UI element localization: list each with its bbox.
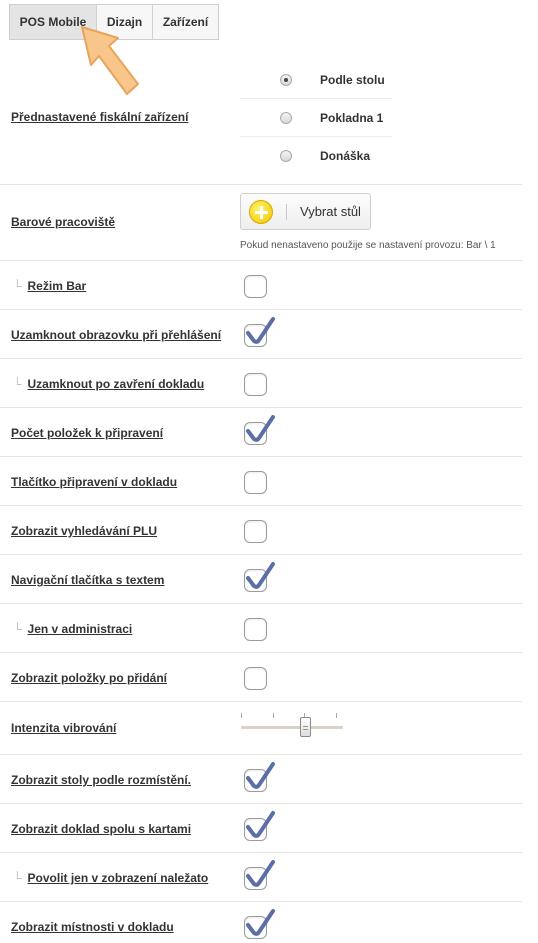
checkbox-pocet-polozek-k-pripraveni[interactable] xyxy=(244,415,275,445)
setting-label-text: Jen v administraci xyxy=(27,622,133,636)
row-zobrazit-doklad-spolu-s-kartami: Zobrazit doklad spolu s kartami xyxy=(0,804,522,853)
slider-tick xyxy=(336,713,337,718)
slider-track xyxy=(241,726,343,729)
setting-label: Zobrazit položky po přidání xyxy=(11,671,167,685)
select-table-button[interactable]: Vybrat stůl xyxy=(240,193,371,230)
checkmark-icon xyxy=(246,562,275,589)
slider-thumb[interactable] xyxy=(300,717,311,737)
slider-tick xyxy=(273,713,274,718)
setting-label: Počet položek k připravení xyxy=(11,426,164,440)
setting-label-text: Povolit jen v zobrazení naležato xyxy=(27,871,209,885)
checkbox-zobrazit-doklad-spolu-s-kartami[interactable] xyxy=(244,811,275,841)
setting-label-text: Režim Bar xyxy=(27,279,87,293)
checkbox-navigacni-tlacitka-s-textem[interactable] xyxy=(244,562,275,592)
checkbox-uzamknout-obrazovku-pri-prehlaseni[interactable] xyxy=(244,317,275,347)
checkmark-icon xyxy=(246,415,275,442)
row-zobrazit-polozky-po-pridani: Zobrazit položky po přidání xyxy=(0,653,522,702)
row-tlacitko-pripraveni-v-dokladu: Tlačítko připravení v dokladu xyxy=(0,457,522,506)
checkmark-icon xyxy=(246,909,275,936)
checkbox-povolit-jen-v-zobrazeni-nalezato[interactable] xyxy=(244,860,275,890)
setting-label: Navigační tlačítka s textem xyxy=(11,573,165,587)
checkbox-zobrazit-vyhledavani-plu[interactable] xyxy=(244,520,267,543)
bar-workstation-label: Barové pracoviště xyxy=(11,215,116,229)
radio-label: Podle stolu xyxy=(320,72,385,87)
select-table-label: Vybrat stůl xyxy=(300,204,361,219)
checkbox-zobrazit-mistnosti-v-dokladu[interactable] xyxy=(244,909,275,939)
row-uzamknout-obrazovku-pri-prehlaseni: Uzamknout obrazovku při přehlášení xyxy=(0,310,522,359)
vibration-label: Intenzita vibrování xyxy=(11,721,117,735)
checkbox-uzamknout-po-zavreni-dokladu[interactable] xyxy=(244,373,267,396)
radio-button[interactable] xyxy=(280,73,292,86)
radio-button[interactable] xyxy=(280,111,292,124)
bar-hint-text: Pokud nenastaveno použije se nastavení p… xyxy=(240,240,496,251)
fiscal-device-label: Přednastavené fiskální zařízení xyxy=(11,110,189,124)
setting-label: └ Režim Bar xyxy=(13,279,86,293)
row-povolit-jen-v-zobrazeni-nalezato: └ Povolit jen v zobrazení naležato xyxy=(0,853,522,902)
setting-label: Zobrazit doklad spolu s kartami xyxy=(11,822,192,836)
setting-label: Zobrazit místnosti v dokladu xyxy=(11,920,174,934)
checkbox-zobrazit-polozky-po-pridani[interactable] xyxy=(244,667,267,690)
checkmark-icon xyxy=(246,762,275,789)
sub-item-marker: └ xyxy=(13,279,22,293)
sub-item-marker: └ xyxy=(13,622,22,636)
radio-option-donaska[interactable]: Donáška xyxy=(240,137,392,175)
row-uzamknout-po-zavreni-dokladu: └ Uzamknout po zavření dokladu xyxy=(0,359,522,408)
vibration-slider[interactable] xyxy=(241,711,343,741)
setting-label-text: Uzamknout po zavření dokladu xyxy=(27,377,205,391)
setting-label: └ Jen v administraci xyxy=(13,622,132,636)
checkbox-rezim-bar[interactable] xyxy=(244,275,267,298)
checkbox-zobrazit-stoly-podle-rozmisteni[interactable] xyxy=(244,762,275,792)
checkmark-icon xyxy=(246,317,275,344)
radio-option-podle-stolu[interactable]: Podle stolu xyxy=(240,61,392,99)
checkmark-icon xyxy=(246,860,275,887)
row-rezim-bar: └ Režim Bar xyxy=(0,261,522,310)
slider-tick xyxy=(241,713,242,718)
sub-item-marker: └ xyxy=(13,871,22,885)
row-navigacni-tlacitka-s-textem: Navigační tlačítka s textem xyxy=(0,555,522,604)
button-divider xyxy=(286,203,287,220)
checkbox-tlacitko-pripraveni-v-dokladu[interactable] xyxy=(244,471,267,494)
row-zobrazit-vyhledavani-plu: Zobrazit vyhledávání PLU xyxy=(0,506,522,555)
row-pocet-polozek-k-pripraveni: Počet položek k připravení xyxy=(0,408,522,457)
row-zobrazit-stoly-podle-rozmisteni: Zobrazit stoly podle rozmístění. xyxy=(0,755,522,804)
row-jen-v-administraci: └ Jen v administraci xyxy=(0,604,522,653)
radio-option-pokladna-1[interactable]: Pokladna 1 xyxy=(240,99,392,137)
radio-label: Pokladna 1 xyxy=(320,110,384,125)
setting-label: Tlačítko připravení v dokladu xyxy=(11,475,178,489)
plus-icon xyxy=(249,199,273,224)
setting-label: Uzamknout obrazovku při přehlášení xyxy=(11,328,222,342)
setting-label: Zobrazit stoly podle rozmístění. xyxy=(11,773,192,787)
checkmark-icon xyxy=(246,811,275,838)
fiscal-device-radio-group: Podle stolu Pokladna 1 Donáška xyxy=(240,61,392,175)
radio-label: Donáška xyxy=(320,149,371,163)
setting-label: Zobrazit vyhledávání PLU xyxy=(11,524,158,538)
checkbox-jen-v-administraci[interactable] xyxy=(244,618,267,641)
setting-label: └ Uzamknout po zavření dokladu xyxy=(13,377,204,391)
radio-button[interactable] xyxy=(280,150,292,162)
tab-zarizeni[interactable]: Zařízení xyxy=(152,4,219,40)
sub-item-marker: └ xyxy=(13,377,22,391)
setting-label: └ Povolit jen v zobrazení naležato xyxy=(13,871,208,885)
row-zobrazit-mistnosti-v-dokladu: Zobrazit místnosti v dokladu xyxy=(0,902,522,943)
